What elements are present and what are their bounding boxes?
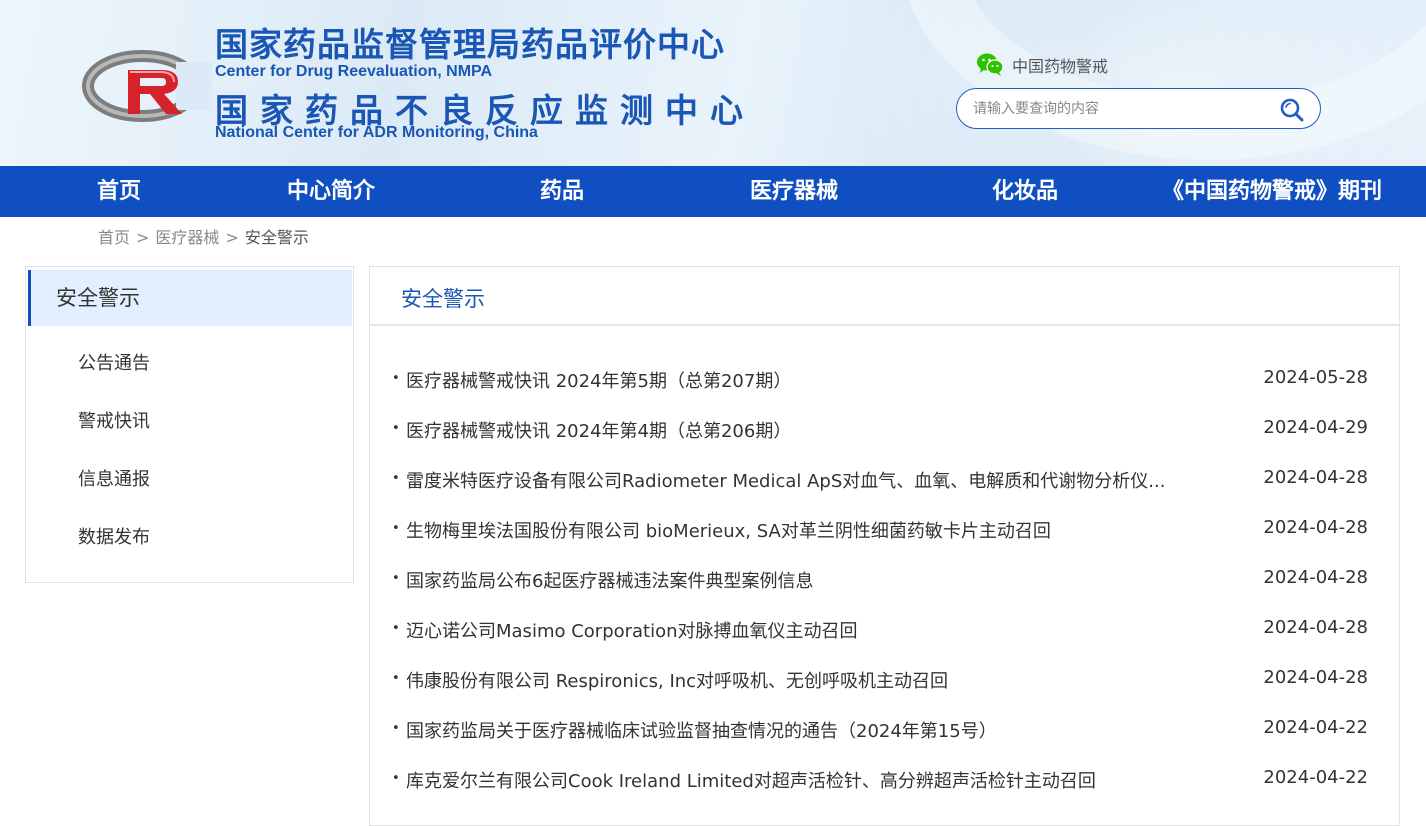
bullet-icon: •	[392, 571, 400, 586]
article-date: 2024-04-22	[1263, 767, 1368, 788]
bullet-icon: •	[392, 671, 400, 686]
article-date: 2024-04-28	[1263, 467, 1368, 488]
breadcrumb-current: 安全警示	[244, 228, 309, 247]
list-item[interactable]: • 库克爱尔兰有限公司Cook Ireland Limited对超声活检针、高分…	[392, 767, 1372, 797]
panel-header: 安全警示	[370, 267, 1399, 326]
article-title-link[interactable]: 生物梅里埃法国股份有限公司 bioMerieux, SA对革兰阴性细菌药敏卡片主…	[406, 517, 1196, 543]
article-title-link[interactable]: 雷度米特医疗设备有限公司Radiometer Medical ApS对血气、血氧…	[406, 467, 1196, 493]
main-nav: 首页 中心简介 药品 医疗器械 化妆品 《中国药物警戒》期刊	[0, 166, 1426, 217]
bullet-icon: •	[392, 371, 400, 386]
sidebar-item-announcements[interactable]: 公告通告	[78, 349, 150, 375]
article-date: 2024-04-22	[1263, 717, 1368, 738]
sidebar-item-safety-alerts[interactable]: 安全警示	[28, 270, 352, 326]
list-item[interactable]: • 迈心诺公司Masimo Corporation对脉搏血氧仪主动召回 2024…	[392, 617, 1372, 647]
sidebar: 安全警示 公告通告 警戒快讯 信息通报 数据发布	[25, 266, 354, 583]
sidebar-item-data-release[interactable]: 数据发布	[78, 523, 150, 549]
list-item[interactable]: • 国家药监局关于医疗器械临床试验监督抽查情况的通告（2024年第15号） 20…	[392, 717, 1372, 747]
breadcrumb-section[interactable]: 医疗器械	[155, 228, 219, 247]
search-input[interactable]	[971, 89, 1271, 128]
bullet-icon: •	[392, 521, 400, 536]
wechat-icon	[977, 53, 1004, 76]
site-header: 国家药品监督管理局药品评价中心 Center for Drug Reevalua…	[0, 0, 1426, 166]
breadcrumb-home[interactable]: 首页	[98, 228, 130, 247]
adr-center-title-en: National Center for ADR Monitoring, Chin…	[215, 124, 538, 141]
bullet-icon: •	[392, 771, 400, 786]
wechat-link[interactable]: 中国药物警戒	[976, 52, 1108, 78]
center-title-en: Center for Drug Reevaluation, NMPA	[215, 63, 493, 80]
article-date: 2024-04-29	[1263, 417, 1368, 438]
bullet-icon: •	[392, 621, 400, 636]
article-date: 2024-04-28	[1263, 567, 1368, 588]
nav-item-cosmetics[interactable]: 化妆品	[992, 166, 1058, 217]
breadcrumb-separator: >	[225, 228, 239, 247]
article-title-link[interactable]: 国家药监局关于医疗器械临床试验监督抽查情况的通告（2024年第15号）	[406, 717, 1196, 743]
list-item[interactable]: • 医疗器械警戒快讯 2024年第5期（总第207期） 2024-05-28	[392, 367, 1372, 397]
bullet-icon: •	[392, 721, 400, 736]
article-date: 2024-04-28	[1263, 617, 1368, 638]
article-date: 2024-04-28	[1263, 667, 1368, 688]
list-item[interactable]: • 生物梅里埃法国股份有限公司 bioMerieux, SA对革兰阴性细菌药敏卡…	[392, 517, 1372, 547]
search-box	[956, 88, 1321, 129]
article-title-link[interactable]: 医疗器械警戒快讯 2024年第4期（总第206期）	[406, 417, 1196, 443]
list-item[interactable]: • 伟康股份有限公司 Respironics, Inc对呼吸机、无创呼吸机主动召…	[392, 667, 1372, 697]
article-title-link[interactable]: 库克爱尔兰有限公司Cook Ireland Limited对超声活检针、高分辨超…	[406, 767, 1196, 793]
content-panel: 安全警示 • 医疗器械警戒快讯 2024年第5期（总第207期） 2024-05…	[369, 266, 1400, 826]
bullet-icon: •	[392, 421, 400, 436]
search-icon[interactable]	[1279, 97, 1305, 123]
nav-item-home[interactable]: 首页	[97, 166, 141, 217]
list-item[interactable]: • 医疗器械警戒快讯 2024年第4期（总第206期） 2024-04-29	[392, 417, 1372, 447]
breadcrumb: 首页 > 医疗器械 > 安全警示	[98, 224, 309, 248]
article-date: 2024-04-28	[1263, 517, 1368, 538]
article-title-link[interactable]: 迈心诺公司Masimo Corporation对脉搏血氧仪主动召回	[406, 617, 1196, 643]
nav-item-medical-devices[interactable]: 医疗器械	[750, 166, 838, 217]
list-item[interactable]: • 雷度米特医疗设备有限公司Radiometer Medical ApS对血气、…	[392, 467, 1372, 497]
nav-item-about[interactable]: 中心简介	[287, 166, 375, 217]
breadcrumb-separator: >	[136, 228, 150, 247]
article-title-link[interactable]: 国家药监局公布6起医疗器械违法案件典型案例信息	[406, 567, 1196, 593]
panel-title: 安全警示	[401, 287, 485, 311]
article-date: 2024-05-28	[1263, 367, 1368, 388]
bullet-icon: •	[392, 471, 400, 486]
article-title-link[interactable]: 医疗器械警戒快讯 2024年第5期（总第207期）	[406, 367, 1196, 393]
nav-item-drugs[interactable]: 药品	[540, 166, 584, 217]
center-title-cn: 国家药品监督管理局药品评价中心	[215, 25, 725, 64]
list-item[interactable]: • 国家药监局公布6起医疗器械违法案件典型案例信息 2024-04-28	[392, 567, 1372, 597]
wechat-label: 中国药物警戒	[1012, 57, 1109, 76]
article-title-link[interactable]: 伟康股份有限公司 Respironics, Inc对呼吸机、无创呼吸机主动召回	[406, 667, 1196, 693]
sidebar-item-info-report[interactable]: 信息通报	[78, 465, 150, 491]
sidebar-item-alert-bulletin[interactable]: 警戒快讯	[78, 407, 150, 433]
adr-logo-icon[interactable]	[82, 48, 212, 124]
nav-item-journal[interactable]: 《中国药物警戒》期刊	[1162, 166, 1382, 217]
